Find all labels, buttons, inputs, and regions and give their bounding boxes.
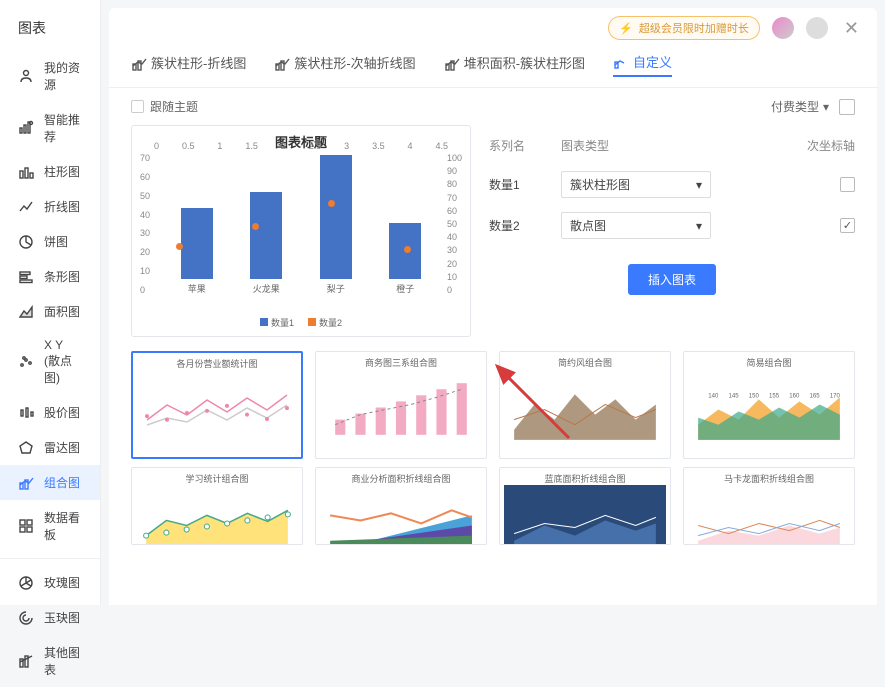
sidebar-item-scatter[interactable]: X Y (散点图)	[0, 329, 100, 395]
template-card[interactable]: 蓝底面积折线组合图	[499, 467, 671, 545]
tab-icon	[444, 56, 458, 70]
chart-type-select-1[interactable]: 散点图▾	[561, 212, 711, 239]
radar-icon	[18, 440, 34, 456]
tab-2[interactable]: 堆积面积-簇状柱形图	[444, 53, 585, 76]
template-gallery-row2: 学习统计组合图商业分析面积折线组合图蓝底面积折线组合图马卡龙面积折线组合图	[109, 467, 877, 545]
toolbar: 跟随主题 付费类型 ▾	[109, 88, 877, 125]
tab-1[interactable]: 簇状柱形-次轴折线图	[274, 53, 415, 76]
bolt-icon: ⚡	[619, 22, 633, 35]
bar-icon	[18, 164, 34, 180]
tab-icon	[274, 56, 288, 70]
line-icon	[18, 199, 34, 215]
chart-area: 00.511.522.533.544.5 706050403020100 100…	[144, 153, 458, 313]
vip-badge[interactable]: ⚡ 超级会员限时加赠时长	[608, 16, 760, 40]
sidebar-item-stock[interactable]: 股价图	[0, 395, 100, 430]
svg-text:165: 165	[810, 393, 821, 399]
pay-type-dropdown[interactable]: 付费类型 ▾	[771, 98, 829, 115]
svg-text:160: 160	[789, 393, 800, 399]
sidebar-item-sparkle[interactable]: 智能推荐	[0, 102, 100, 154]
chart-legend: 数量1 数量2	[144, 313, 458, 332]
sidebar: 图表 我的资源智能推荐柱形图折线图饼图条形图面积图X Y (散点图)股价图雷达图…	[0, 0, 101, 605]
template-card[interactable]: 学习统计组合图	[131, 467, 303, 545]
template-gallery: 各月份营业额统计图商务图三系组合图简约风组合图简易组合图140145150155…	[109, 337, 877, 467]
secondary-axis-checkbox-0[interactable]	[840, 177, 855, 192]
user-icon	[18, 68, 34, 84]
hbar-icon	[18, 269, 34, 285]
sidebar-item-area[interactable]: 面积图	[0, 294, 100, 329]
series-config: 系列名 图表类型 次坐标轴 数量1 簇状柱形图▾ 数量2 散点图▾ 插入图表	[489, 125, 855, 337]
chart-type-select-0[interactable]: 簇状柱形图▾	[561, 171, 711, 198]
sidebar-item-radar[interactable]: 雷达图	[0, 430, 100, 465]
grid-view-icon[interactable]	[839, 99, 855, 115]
header: ⚡ 超级会员限时加赠时长 ✕	[109, 8, 877, 48]
sidebar-item-pie[interactable]: 饼图	[0, 224, 100, 259]
scatter-dot	[328, 200, 335, 207]
pie-icon	[18, 234, 34, 250]
chart-preview: 图表标题 00.511.522.533.544.5 70605040302010…	[131, 125, 471, 337]
tab-icon	[131, 56, 145, 70]
series-name: 数量1	[489, 176, 561, 193]
close-icon[interactable]: ✕	[840, 18, 863, 39]
template-card[interactable]: 简易组合图140145150155160165170	[683, 351, 855, 459]
scatter-icon	[18, 354, 34, 370]
insert-chart-button[interactable]: 插入图表	[628, 264, 716, 295]
sidebar-item-bar[interactable]: 柱形图	[0, 154, 100, 189]
bar	[320, 155, 352, 279]
template-card[interactable]: 简约风组合图	[499, 351, 671, 459]
stock-icon	[18, 405, 34, 421]
sidebar-item-combo[interactable]: 组合图	[0, 465, 100, 500]
checkbox-icon	[131, 100, 144, 113]
sparkle-icon	[18, 120, 34, 136]
sidebar-title: 图表	[0, 10, 100, 50]
bar	[250, 192, 282, 279]
sidebar-item-jade[interactable]: 玉玦图	[0, 600, 100, 635]
area-icon	[18, 304, 34, 320]
bar	[181, 208, 213, 279]
chevron-down-icon: ▾	[696, 219, 702, 233]
template-card[interactable]: 马卡龙面积折线组合图	[683, 467, 855, 545]
template-card[interactable]: 各月份营业额统计图	[131, 351, 303, 459]
sidebar-divider	[0, 558, 100, 559]
chart-type-tabs: 簇状柱形-折线图 簇状柱形-次轴折线图 堆积面积-簇状柱形图 自定义	[109, 48, 877, 88]
sidebar-item-rose[interactable]: 玫瑰图	[0, 565, 100, 600]
sidebar-item-other[interactable]: 其他图表	[0, 635, 100, 687]
svg-text:145: 145	[729, 393, 740, 399]
template-card[interactable]: 商业分析面积折线组合图	[315, 467, 487, 545]
combo-icon	[18, 475, 34, 491]
follow-theme-checkbox[interactable]: 跟随主题	[131, 98, 198, 115]
svg-text:170: 170	[830, 393, 841, 399]
svg-text:155: 155	[769, 393, 780, 399]
chevron-down-icon: ▾	[823, 100, 829, 114]
tab-0[interactable]: 簇状柱形-折线图	[131, 53, 246, 76]
sidebar-item-hbar[interactable]: 条形图	[0, 259, 100, 294]
chevron-down-icon: ▾	[696, 178, 702, 192]
tab-icon	[613, 55, 627, 69]
sidebar-item-line[interactable]: 折线图	[0, 189, 100, 224]
rose-icon	[18, 575, 34, 591]
series-name: 数量2	[489, 217, 561, 234]
avatar[interactable]	[772, 17, 794, 39]
jade-icon	[18, 610, 34, 626]
template-card[interactable]: 商务图三系组合图	[315, 351, 487, 459]
avatar-secondary[interactable]	[806, 17, 828, 39]
other-icon	[18, 653, 34, 669]
sidebar-item-dashboard[interactable]: 数据看板	[0, 500, 100, 552]
scatter-dot	[176, 243, 183, 250]
dashboard-icon	[18, 518, 34, 534]
svg-text:140: 140	[708, 393, 719, 399]
secondary-axis-checkbox-1[interactable]	[840, 218, 855, 233]
scatter-dot	[252, 223, 259, 230]
tab-3[interactable]: 自定义	[613, 52, 672, 77]
svg-text:150: 150	[749, 393, 760, 399]
sidebar-item-user[interactable]: 我的资源	[0, 50, 100, 102]
main-panel: ⚡ 超级会员限时加赠时长 ✕ 簇状柱形-折线图 簇状柱形-次轴折线图 堆积面积-簇状…	[109, 8, 877, 605]
